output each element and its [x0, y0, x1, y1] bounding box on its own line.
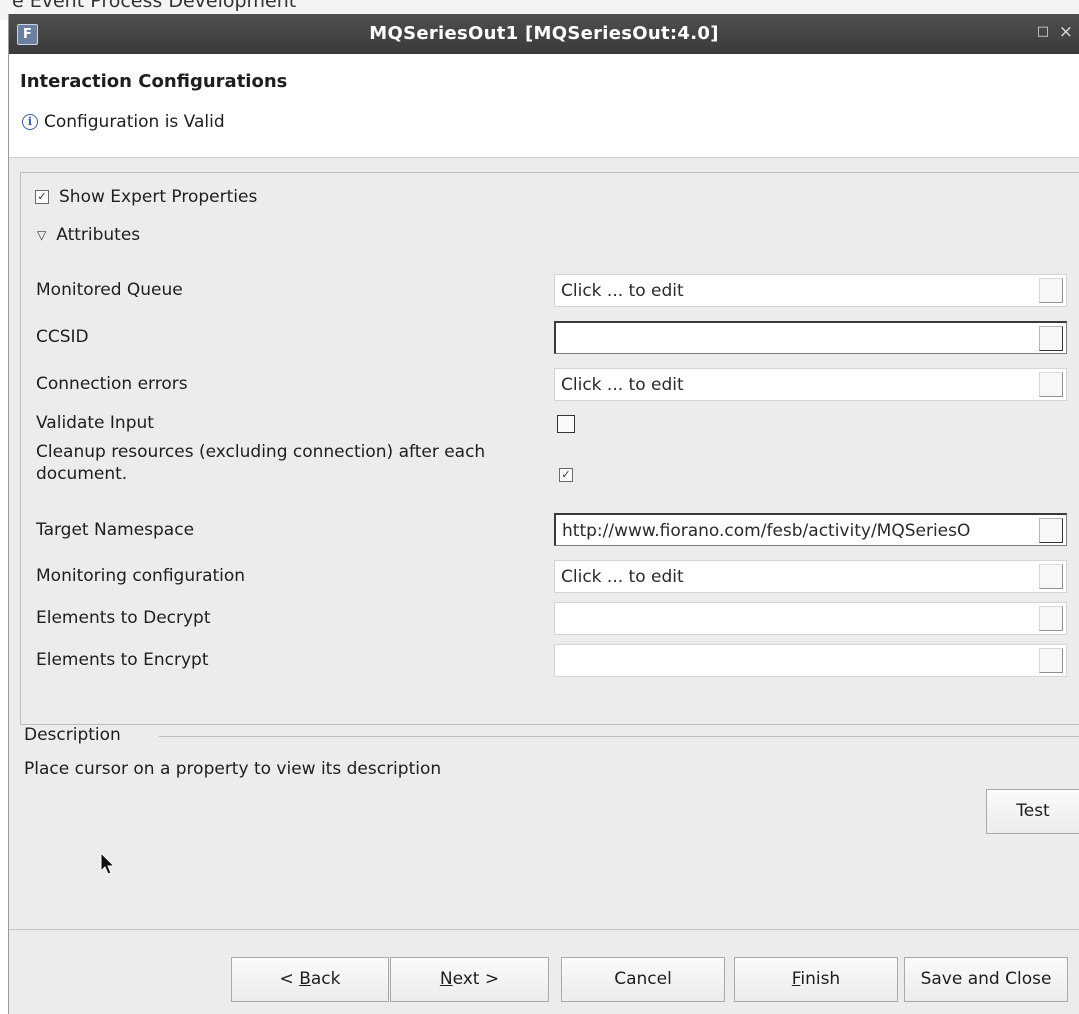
test-button[interactable]: Test: [986, 789, 1079, 834]
prop-label-monitored-queue: Monitored Queue: [36, 280, 183, 300]
prop-value-monitoring-configuration: Click ... to edit: [561, 567, 684, 587]
mouse-pointer-icon: [100, 852, 116, 875]
dialog-window: F MQSeriesOut1 [MQSeriesOut:4.0] □ × Int…: [8, 14, 1079, 1014]
prop-field-target-namespace[interactable]: http://www.fiorano.com/fesb/activity/MQS…: [554, 513, 1067, 546]
ellipsis-button[interactable]: [1039, 372, 1063, 397]
back-button[interactable]: < Back: [231, 957, 389, 1002]
finish-label: inish: [800, 969, 841, 989]
prop-label-ccsid: CCSID: [36, 327, 89, 347]
description-section: Description Place cursor on a property t…: [9, 725, 1079, 835]
ellipsis-button[interactable]: [1039, 606, 1063, 631]
prop-field-elements-to-encrypt[interactable]: [554, 644, 1067, 677]
description-legend: Description: [24, 725, 121, 745]
prop-label-elements-to-decrypt: Elements to Decrypt: [36, 608, 211, 628]
prop-label-cleanup-resources: Cleanup resources (excluding connection)…: [36, 442, 486, 484]
wizard-header: Interaction Configurations i Configurati…: [9, 54, 1079, 158]
attributes-group-toggle[interactable]: ▽ Attributes: [37, 225, 140, 245]
next-label: ext >: [452, 969, 500, 989]
prop-field-monitoring-configuration[interactable]: Click ... to edit: [554, 560, 1067, 593]
close-icon[interactable]: ×: [1059, 22, 1073, 42]
button-bar-separator: [9, 929, 1079, 930]
expand-triangle-icon[interactable]: ▽: [37, 228, 46, 242]
maximize-icon[interactable]: □: [1037, 24, 1049, 39]
back-mnemonic: B: [299, 969, 311, 989]
show-expert-properties-label: Show Expert Properties: [59, 187, 258, 207]
attributes-group-label: Attributes: [56, 225, 141, 245]
info-icon: i: [22, 114, 38, 130]
cleanup-resources-checkbox[interactable]: ✓: [559, 468, 573, 482]
save-and-close-button[interactable]: Save and Close: [904, 957, 1068, 1002]
prop-value-monitored-queue: Click ... to edit: [561, 281, 684, 301]
prop-field-ccsid[interactable]: [554, 321, 1067, 354]
status-text: Configuration is Valid: [44, 112, 225, 132]
ellipsis-button[interactable]: [1039, 564, 1063, 589]
ellipsis-button[interactable]: [1039, 518, 1063, 543]
prop-label-target-namespace: Target Namespace: [36, 520, 195, 540]
background-window-title: e Event Process Development: [12, 0, 297, 12]
prop-label-monitoring-configuration: Monitoring configuration: [36, 566, 246, 586]
description-divider: [159, 736, 1079, 737]
page-title: Interaction Configurations: [20, 71, 288, 92]
validation-status: i Configuration is Valid: [22, 112, 225, 132]
validate-input-checkbox[interactable]: [557, 415, 575, 433]
back-label: ack: [310, 969, 341, 989]
description-text: Place cursor on a property to view its d…: [24, 759, 442, 779]
prop-label-connection-errors: Connection errors: [36, 374, 188, 394]
next-mnemonic: N: [439, 969, 453, 989]
show-expert-properties-checkbox[interactable]: ✓: [35, 190, 49, 204]
show-expert-properties-toggle[interactable]: ✓ Show Expert Properties: [35, 187, 257, 207]
window-title: MQSeriesOut1 [MQSeriesOut:4.0]: [369, 23, 719, 44]
finish-button[interactable]: Finish: [734, 957, 898, 1002]
cancel-button[interactable]: Cancel: [561, 957, 725, 1002]
prop-field-monitored-queue[interactable]: Click ... to edit: [554, 274, 1067, 307]
prop-label-elements-to-encrypt: Elements to Encrypt: [36, 650, 209, 670]
properties-panel: ✓ Show Expert Properties ▽ Attributes Mo…: [20, 172, 1079, 725]
prop-label-validate-input: Validate Input: [36, 413, 154, 433]
prop-value-connection-errors: Click ... to edit: [561, 375, 684, 395]
ellipsis-button[interactable]: [1039, 278, 1063, 303]
ellipsis-button[interactable]: [1039, 326, 1063, 351]
ellipsis-button[interactable]: [1039, 648, 1063, 673]
title-bar[interactable]: F MQSeriesOut1 [MQSeriesOut:4.0] □ ×: [9, 14, 1079, 54]
next-button[interactable]: Next >: [390, 957, 549, 1002]
prop-value-target-namespace: http://www.fiorano.com/fesb/activity/MQS…: [562, 521, 971, 541]
back-prefix: <: [279, 969, 300, 989]
prop-field-connection-errors[interactable]: Click ... to edit: [554, 368, 1067, 401]
prop-field-elements-to-decrypt[interactable]: [554, 602, 1067, 635]
